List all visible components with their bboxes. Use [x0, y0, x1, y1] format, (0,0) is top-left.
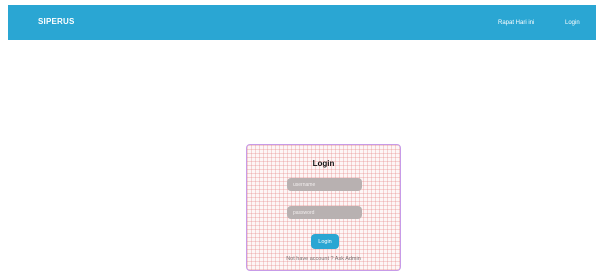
top-navbar: SIPERUS Rapat Hari ini Login: [8, 5, 596, 40]
nav-link-rapat-hari-ini[interactable]: Rapat Hari ini: [498, 20, 534, 26]
login-title: Login: [312, 159, 335, 168]
password-input[interactable]: [287, 206, 362, 219]
username-input[interactable]: [287, 178, 362, 191]
login-submit-button[interactable]: Login: [311, 234, 339, 249]
brand-logo-text[interactable]: SIPERUS: [38, 17, 75, 26]
ask-admin-text: Not have account ? Ask Admin: [286, 256, 361, 262]
nav-link-login[interactable]: Login: [565, 20, 580, 26]
login-card: Login Login Not have account ? Ask Admin: [246, 144, 401, 271]
